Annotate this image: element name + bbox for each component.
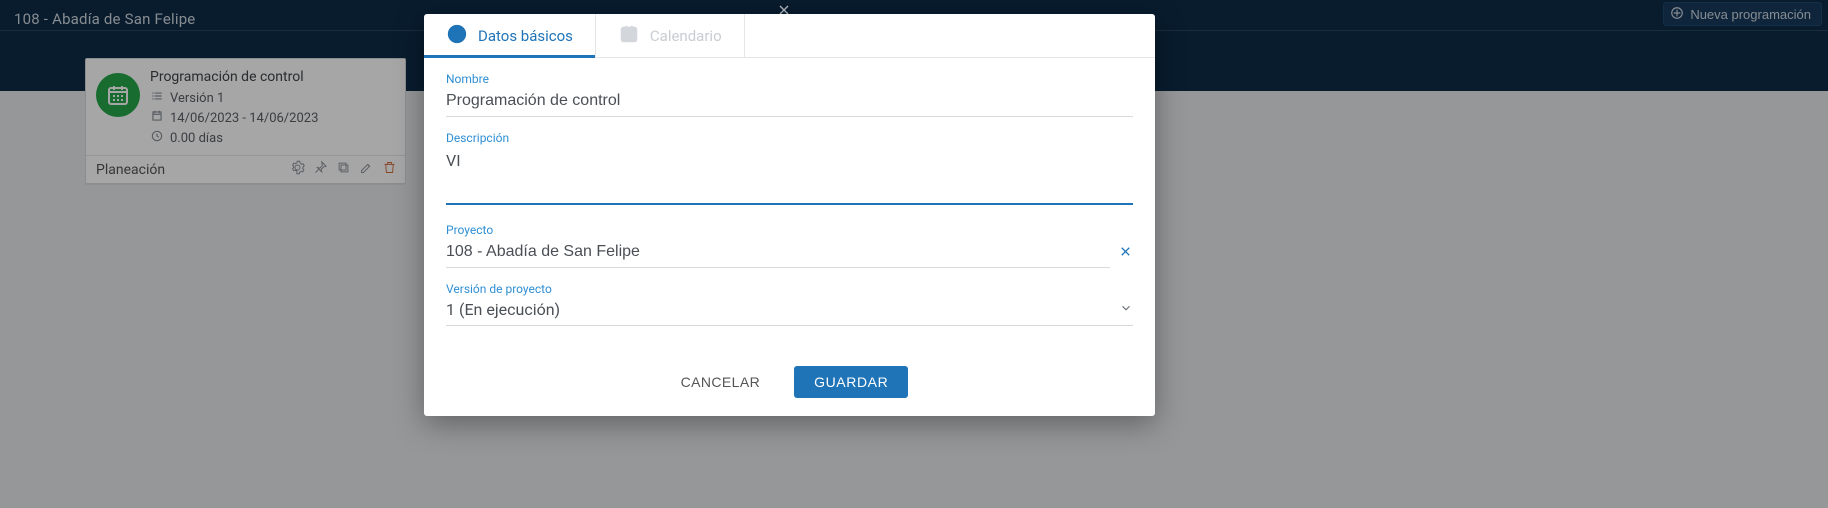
- version-select[interactable]: 1 (En ejecución): [446, 298, 1133, 326]
- edit-schedule-modal: Datos básicos Calendario Nombre Descripc…: [424, 14, 1155, 416]
- chevron-down-icon: [1119, 300, 1133, 319]
- nombre-input[interactable]: [446, 88, 1133, 117]
- cancel-button[interactable]: CANCELAR: [671, 366, 770, 398]
- modal-footer: CANCELAR GUARDAR: [424, 352, 1155, 416]
- field-nombre: Nombre: [446, 72, 1133, 117]
- tab-calendar-label: Calendario: [650, 27, 722, 45]
- calendar-icon: [618, 23, 640, 49]
- clear-proyecto-icon[interactable]: [1118, 244, 1133, 263]
- descripcion-input[interactable]: VI: [446, 147, 1133, 205]
- nombre-label: Nombre: [446, 72, 1133, 86]
- descripcion-label: Descripción: [446, 131, 1133, 145]
- field-proyecto: Proyecto: [446, 223, 1133, 268]
- field-version: Versión de proyecto 1 (En ejecución): [446, 282, 1133, 326]
- save-button[interactable]: GUARDAR: [794, 366, 908, 398]
- proyecto-label: Proyecto: [446, 223, 1133, 237]
- tab-calendar[interactable]: Calendario: [596, 14, 745, 57]
- info-icon: [446, 23, 468, 49]
- field-descripcion: Descripción VI: [446, 131, 1133, 209]
- version-label: Versión de proyecto: [446, 282, 1133, 296]
- proyecto-input[interactable]: [446, 239, 1110, 268]
- tab-basic-label: Datos básicos: [478, 27, 573, 45]
- tab-basic-data[interactable]: Datos básicos: [424, 14, 596, 57]
- version-value: 1 (En ejecución): [446, 300, 560, 319]
- modal-tabs: Datos básicos Calendario: [424, 14, 1155, 58]
